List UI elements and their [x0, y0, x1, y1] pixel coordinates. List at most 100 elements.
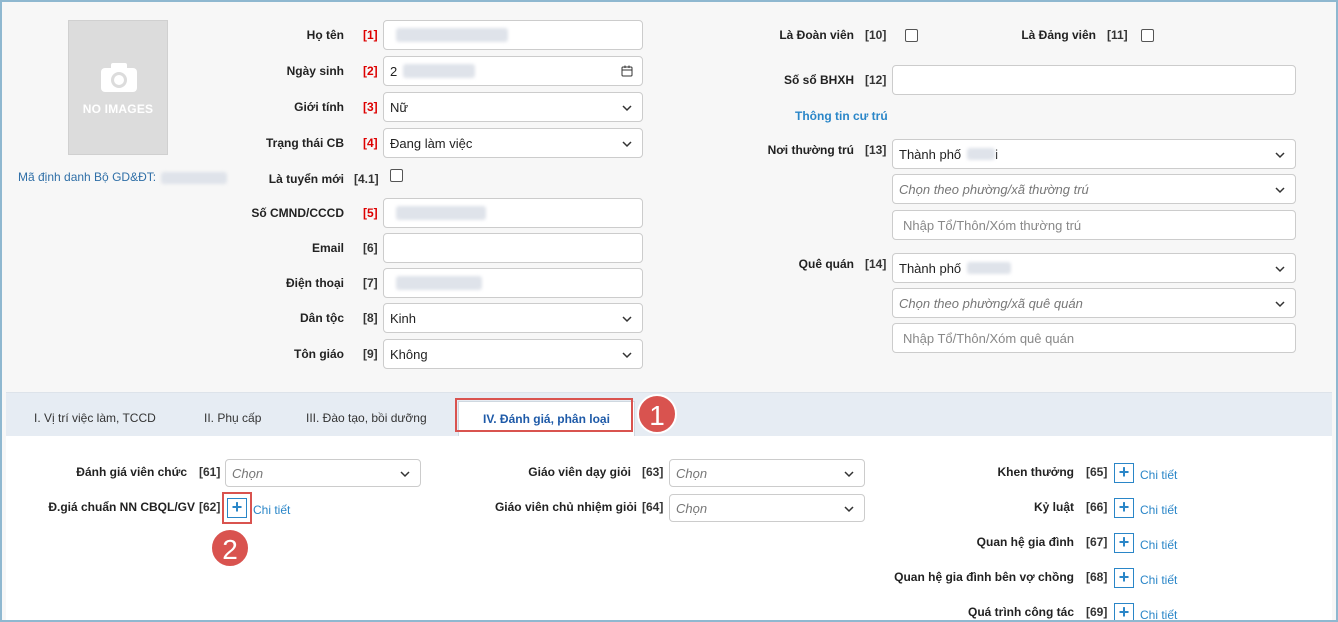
- calendar-icon[interactable]: [621, 65, 633, 77]
- ho-ten-input[interactable]: [383, 20, 643, 50]
- ma-dinh-danh-label: Mã định danh Bộ GD&ĐT:: [18, 170, 157, 184]
- eval-item-detail-link[interactable]: Chi tiết: [1140, 468, 1177, 482]
- add-eval-item-button[interactable]: +: [1114, 603, 1134, 620]
- gioi-tinh-label: Giới tính: [294, 100, 344, 114]
- chevron-down-icon: [1275, 301, 1285, 308]
- chevron-down-icon: [622, 105, 632, 112]
- eval-item-num: [65]: [1086, 465, 1108, 479]
- tuyen-moi-num: [4.1]: [354, 172, 379, 186]
- add-eval-item-button[interactable]: +: [1114, 533, 1134, 553]
- callout-badge-2: 2: [210, 528, 250, 568]
- ma-dinh-danh: Mã định danh Bộ GD&ĐT:: [18, 170, 228, 184]
- danh-gia-vien-chuc-select[interactable]: Chọn: [225, 459, 421, 487]
- redacted-city: [967, 262, 1012, 274]
- ngay-sinh-input[interactable]: 2: [383, 56, 643, 86]
- danh-gia-vien-chuc-value: Chọn: [232, 465, 264, 481]
- tab-vi-tri-viec-lam[interactable]: I. Vị trí việc làm, TCCD: [34, 411, 156, 425]
- eval-item-label: Kỷ luật: [1033, 500, 1074, 514]
- add-eval-item-button[interactable]: +: [1114, 568, 1134, 588]
- eval-item-detail-link[interactable]: Chi tiết: [1140, 608, 1177, 620]
- gioi-tinh-select[interactable]: Nữ: [383, 92, 643, 122]
- tab-dao-tao[interactable]: III. Đào tạo, bồi dưỡng: [306, 411, 427, 425]
- noi-thuong-tru-ward-placeholder: Chọn theo phường/xã thường trú: [899, 181, 1089, 197]
- dan-toc-label: Dân tộc: [299, 311, 344, 325]
- redacted-value: [396, 206, 486, 220]
- gv-day-gioi-value: Chọn: [676, 465, 708, 481]
- bhxh-input[interactable]: [892, 65, 1296, 95]
- noi-thuong-tru-city-suffix: i: [995, 146, 999, 162]
- dang-vien-checkbox[interactable]: [1141, 29, 1154, 42]
- noi-thuong-tru-ward-select[interactable]: Chọn theo phường/xã thường trú: [892, 174, 1296, 204]
- eval-item-num: [68]: [1086, 570, 1108, 584]
- que-quan-label: Quê quán: [798, 257, 854, 271]
- cmnd-input[interactable]: [383, 198, 643, 228]
- no-images-text: NO IMAGES: [82, 102, 154, 116]
- noi-thuong-tru-num: [13]: [865, 143, 887, 157]
- dan-toc-value: Kinh: [390, 310, 417, 326]
- tab-phu-cap[interactable]: II. Phụ cấp: [204, 411, 261, 425]
- que-quan-ward-select[interactable]: Chọn theo phường/xã quê quán: [892, 288, 1296, 318]
- noi-thuong-tru-village-input[interactable]: Nhập Tổ/Thôn/Xóm thường trú: [892, 210, 1296, 240]
- ton-giao-label: Tôn giáo: [294, 347, 344, 361]
- chevron-down-icon: [844, 471, 854, 478]
- doan-vien-label: Là Đoàn viên: [779, 28, 854, 42]
- chevron-down-icon: [844, 506, 854, 513]
- cmnd-num: [5]: [363, 206, 378, 220]
- ma-dinh-danh-value: [161, 171, 228, 184]
- que-quan-num: [14]: [865, 257, 887, 271]
- eval-item-label: Quá trình công tác: [967, 605, 1074, 619]
- eval-item-label: Quan hệ gia đình bên vợ chồng: [894, 570, 1074, 584]
- dan-toc-select[interactable]: Kinh: [383, 303, 643, 333]
- redacted-city: [967, 148, 996, 160]
- gv-day-gioi-label: Giáo viên dạy giỏi: [528, 465, 631, 479]
- danh-gia-vien-chuc-label: Đánh giá viên chức: [76, 465, 187, 479]
- chevron-down-icon: [622, 141, 632, 148]
- highlight-tab-box: [455, 398, 633, 432]
- que-quan-ward-placeholder: Chọn theo phường/xã quê quán: [899, 295, 1083, 311]
- danh-gia-vien-chuc-num: [61]: [199, 465, 221, 479]
- ton-giao-select[interactable]: Không: [383, 339, 643, 369]
- profile-photo-placeholder[interactable]: NO IMAGES: [68, 20, 168, 155]
- dan-toc-num: [8]: [363, 311, 378, 325]
- chevron-down-icon: [1275, 266, 1285, 273]
- email-input[interactable]: [383, 233, 643, 263]
- dien-thoai-label: Điện thoại: [285, 276, 344, 290]
- dien-thoai-input[interactable]: [383, 268, 643, 298]
- chevron-down-icon: [1275, 187, 1285, 194]
- doan-vien-checkbox[interactable]: [905, 29, 918, 42]
- camera-icon: [101, 63, 137, 92]
- eval-item-detail-link[interactable]: Chi tiết: [1140, 538, 1177, 552]
- trang-thai-label: Trạng thái CB: [265, 136, 344, 150]
- que-quan-city-select[interactable]: Thành phố: [892, 253, 1296, 283]
- trang-thai-select[interactable]: Đang làm việc: [383, 128, 643, 158]
- add-dgia-chuan-button[interactable]: +: [227, 498, 247, 518]
- gv-day-gioi-select[interactable]: Chọn: [669, 459, 865, 487]
- que-quan-village-input[interactable]: Nhập Tổ/Thôn/Xóm quê quán: [892, 323, 1296, 353]
- eval-item-label: Khen thưởng: [997, 465, 1074, 479]
- ngay-sinh-num: [2]: [363, 64, 378, 78]
- gv-chu-nhiem-select[interactable]: Chọn: [669, 494, 865, 522]
- add-eval-item-button[interactable]: +: [1114, 498, 1134, 518]
- eval-item-detail-link[interactable]: Chi tiết: [1140, 503, 1177, 517]
- ho-ten-label: Họ tên: [306, 28, 344, 42]
- tuyen-moi-label: Là tuyển mới: [268, 172, 344, 186]
- noi-thuong-tru-village-placeholder: Nhập Tổ/Thôn/Xóm thường trú: [903, 217, 1082, 233]
- dang-vien-num: [11]: [1107, 28, 1128, 42]
- eval-item-detail-link[interactable]: Chi tiết: [1140, 573, 1177, 587]
- noi-thuong-tru-city-select[interactable]: Thành phố i: [892, 139, 1296, 169]
- tuyen-moi-checkbox[interactable]: [390, 169, 403, 182]
- chevron-down-icon: [400, 471, 410, 478]
- callout-badge-1: 1: [637, 394, 677, 434]
- email-label: Email: [311, 241, 344, 255]
- ngay-sinh-label: Ngày sinh: [286, 64, 344, 78]
- residence-section-title: Thông tin cư trú: [795, 109, 888, 123]
- redacted-value: [403, 64, 476, 78]
- add-eval-item-button[interactable]: +: [1114, 463, 1134, 483]
- eval-item-num: [66]: [1086, 500, 1108, 514]
- noi-thuong-tru-city-value: Thành phố: [899, 146, 962, 162]
- dgia-chuan-detail-link[interactable]: Chi tiết: [253, 503, 290, 517]
- gv-chu-nhiem-num: [64]: [642, 500, 664, 514]
- page-frame: NO IMAGES Mã định danh Bộ GD&ĐT: Họ tên […: [0, 0, 1338, 622]
- bhxh-label: Số sổ BHXH: [783, 73, 854, 87]
- gv-chu-nhiem-value: Chọn: [676, 500, 708, 516]
